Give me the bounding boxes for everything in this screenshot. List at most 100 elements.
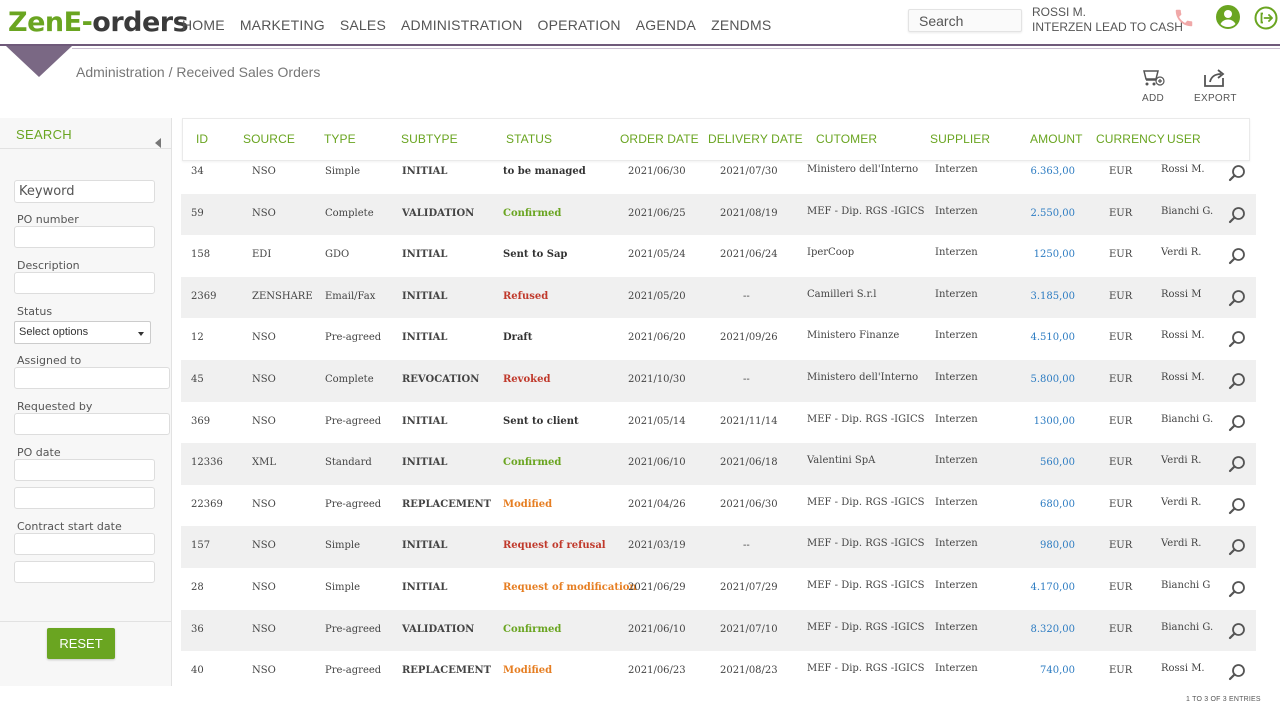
export-button[interactable]: EXPORT bbox=[1194, 67, 1237, 104]
cell-currency: EUR bbox=[1109, 249, 1133, 261]
col-amount[interactable]: AMOUNT bbox=[1030, 132, 1083, 146]
cell-order-date: 2021/06/23 bbox=[628, 665, 686, 677]
view-details-search-icon[interactable] bbox=[1228, 247, 1246, 265]
cell-amount: 1250,00 bbox=[1033, 249, 1075, 261]
menu-toggle-triangle[interactable] bbox=[6, 46, 72, 77]
table-row[interactable]: 22369 NSO Pre-agreed REPLACEMENT Modified 202… bbox=[181, 485, 1256, 527]
cell-customer: MEF - Dip. RGS -IGICS bbox=[807, 496, 925, 508]
nav-marketing[interactable]: MARKETING bbox=[240, 17, 325, 33]
view-details-search-icon[interactable] bbox=[1228, 206, 1246, 224]
cell-currency: EUR bbox=[1109, 540, 1133, 552]
user-account-icon[interactable] bbox=[1216, 5, 1240, 29]
app-logo[interactable]: ZenE-orders bbox=[8, 7, 189, 38]
cell-subtype: INITIAL bbox=[402, 540, 448, 552]
table-row[interactable]: 2369 ZENSHARE Email/Fax INITIAL Refused 2021/… bbox=[181, 276, 1256, 319]
col-id[interactable]: ID bbox=[196, 132, 208, 146]
collapse-arrow-icon[interactable] bbox=[155, 138, 161, 148]
cell-status: Sent to Sap bbox=[503, 249, 568, 261]
cell-id: 157 bbox=[191, 540, 211, 552]
table-row[interactable]: 34 NSO Simple INITIAL to be managed 2021/06/3… bbox=[181, 152, 1256, 194]
cell-source: EDI bbox=[252, 249, 272, 261]
cell-status: Confirmed bbox=[503, 207, 562, 219]
view-details-search-icon[interactable] bbox=[1228, 497, 1246, 515]
po-date-label: PO date bbox=[17, 446, 61, 459]
col-supplier[interactable]: SUPPLIER bbox=[930, 132, 990, 146]
view-details-search-icon[interactable] bbox=[1228, 372, 1246, 390]
logo-orders: orders bbox=[92, 7, 189, 38]
view-details-search-icon[interactable] bbox=[1228, 330, 1246, 348]
col-source[interactable]: SOURCE bbox=[243, 132, 295, 146]
cell-currency: EUR bbox=[1109, 582, 1133, 593]
view-details-search-icon[interactable] bbox=[1228, 622, 1246, 640]
cell-supplier: Interzen bbox=[935, 205, 978, 217]
nav-home[interactable]: HOME bbox=[182, 17, 225, 33]
col-delivery-date[interactable]: DELIVERY DATE bbox=[708, 132, 803, 146]
nav-sales[interactable]: SALES bbox=[340, 17, 386, 33]
view-details-search-icon[interactable] bbox=[1228, 580, 1246, 598]
nav-operation[interactable]: OPERATION bbox=[538, 17, 621, 33]
status-select[interactable]: Select options bbox=[14, 321, 151, 344]
nav-agenda[interactable]: AGENDA bbox=[636, 17, 696, 33]
po-number-label: PO number bbox=[17, 213, 79, 226]
col-order-date[interactable]: ORDER DATE bbox=[620, 132, 699, 146]
export-label: EXPORT bbox=[1194, 93, 1237, 104]
table-row[interactable]: 36 NSO Pre-agreed VALIDATION Confirmed 2021/0… bbox=[181, 609, 1256, 652]
col-currency[interactable]: CURRENCY bbox=[1096, 132, 1165, 146]
po-number-input[interactable] bbox=[14, 226, 155, 248]
cell-status: Sent to client bbox=[503, 415, 579, 427]
cell-customer: Ministero dell'Interno bbox=[807, 372, 919, 383]
cell-type: Simple bbox=[325, 540, 361, 552]
logout-icon[interactable] bbox=[1254, 6, 1278, 30]
cell-source: NSO bbox=[252, 665, 276, 677]
view-details-search-icon[interactable] bbox=[1228, 455, 1246, 473]
nav-zendms[interactable]: ZENDMS bbox=[711, 17, 771, 33]
table-row[interactable]: 28 NSO Simple INITIAL Request of modificatio… bbox=[181, 568, 1256, 610]
view-details-search-icon[interactable] bbox=[1228, 164, 1246, 182]
cell-amount: 3.185,00 bbox=[1030, 290, 1075, 302]
sidebar-title: SEARCH bbox=[16, 127, 72, 142]
cell-customer: MEF - Dip. RGS -IGICS bbox=[807, 621, 925, 633]
requested-by-input[interactable] bbox=[14, 413, 170, 435]
assigned-to-input[interactable] bbox=[14, 367, 170, 389]
contract-start-to-input[interactable] bbox=[14, 561, 155, 583]
cell-source: NSO bbox=[252, 540, 276, 552]
reset-button[interactable]: RESET bbox=[47, 628, 115, 659]
po-date-from-input[interactable] bbox=[14, 459, 155, 481]
table-row[interactable]: 158 EDI GDO INITIAL Sent to Sap 2021/05/24 202… bbox=[181, 235, 1256, 277]
view-details-search-icon[interactable] bbox=[1228, 289, 1246, 307]
po-date-to-input[interactable] bbox=[14, 487, 155, 509]
cell-id: 59 bbox=[191, 207, 204, 219]
view-details-search-icon[interactable] bbox=[1228, 538, 1246, 556]
view-details-search-icon[interactable] bbox=[1228, 414, 1246, 432]
nav-administration[interactable]: ADMINISTRATION bbox=[401, 17, 523, 33]
main-nav: HOME MARKETING SALES ADMINISTRATION OPER… bbox=[182, 17, 786, 33]
col-subtype[interactable]: SUBTYPE bbox=[401, 132, 458, 146]
table-row[interactable]: 157 NSO Simple INITIAL Request of refusal 202… bbox=[181, 526, 1256, 568]
table-row[interactable]: 45 NSO Complete REVOCATION Revoked 2021/10/30… bbox=[181, 360, 1256, 402]
table-row[interactable]: 12336 XML Standard INITIAL Confirmed 2021/06/… bbox=[181, 443, 1256, 485]
cell-type: Pre-agreed bbox=[325, 498, 382, 510]
description-input[interactable] bbox=[14, 272, 155, 294]
export-icon bbox=[1204, 69, 1225, 87]
keyword-input[interactable]: Keyword bbox=[14, 180, 155, 203]
table-row[interactable]: 12 NSO Pre-agreed INITIAL Draft 2021/06/20 202… bbox=[181, 318, 1256, 360]
add-button[interactable]: ADD bbox=[1141, 67, 1165, 104]
cell-source: NSO bbox=[252, 415, 276, 427]
cell-currency: EUR bbox=[1109, 665, 1133, 677]
table-row[interactable]: 40 NSO Pre-agreed REPLACEMENT Modified 2021/0… bbox=[181, 651, 1256, 693]
table-row[interactable]: 369 NSO Pre-agreed INITIAL Sent to client 202… bbox=[181, 402, 1256, 444]
col-type[interactable]: TYPE bbox=[324, 132, 356, 146]
table-row[interactable]: 59 NSO Complete VALIDATION Confirmed 2021/06/… bbox=[181, 193, 1256, 236]
global-search-input[interactable]: Search bbox=[908, 9, 1022, 32]
sidebar-bottom-divider bbox=[0, 621, 172, 622]
cell-subtype: REPLACEMENT bbox=[402, 498, 492, 510]
cell-id: 22369 bbox=[191, 498, 223, 510]
contract-start-from-input[interactable] bbox=[14, 533, 155, 555]
phone-icon[interactable] bbox=[1173, 7, 1195, 29]
view-details-search-icon[interactable] bbox=[1228, 663, 1246, 681]
col-customer[interactable]: CUTOMER bbox=[816, 132, 877, 146]
add-label: ADD bbox=[1141, 93, 1164, 104]
col-user[interactable]: USER bbox=[1167, 132, 1201, 146]
col-status[interactable]: STATUS bbox=[506, 132, 552, 146]
cell-order-date: 2021/06/30 bbox=[628, 166, 686, 177]
